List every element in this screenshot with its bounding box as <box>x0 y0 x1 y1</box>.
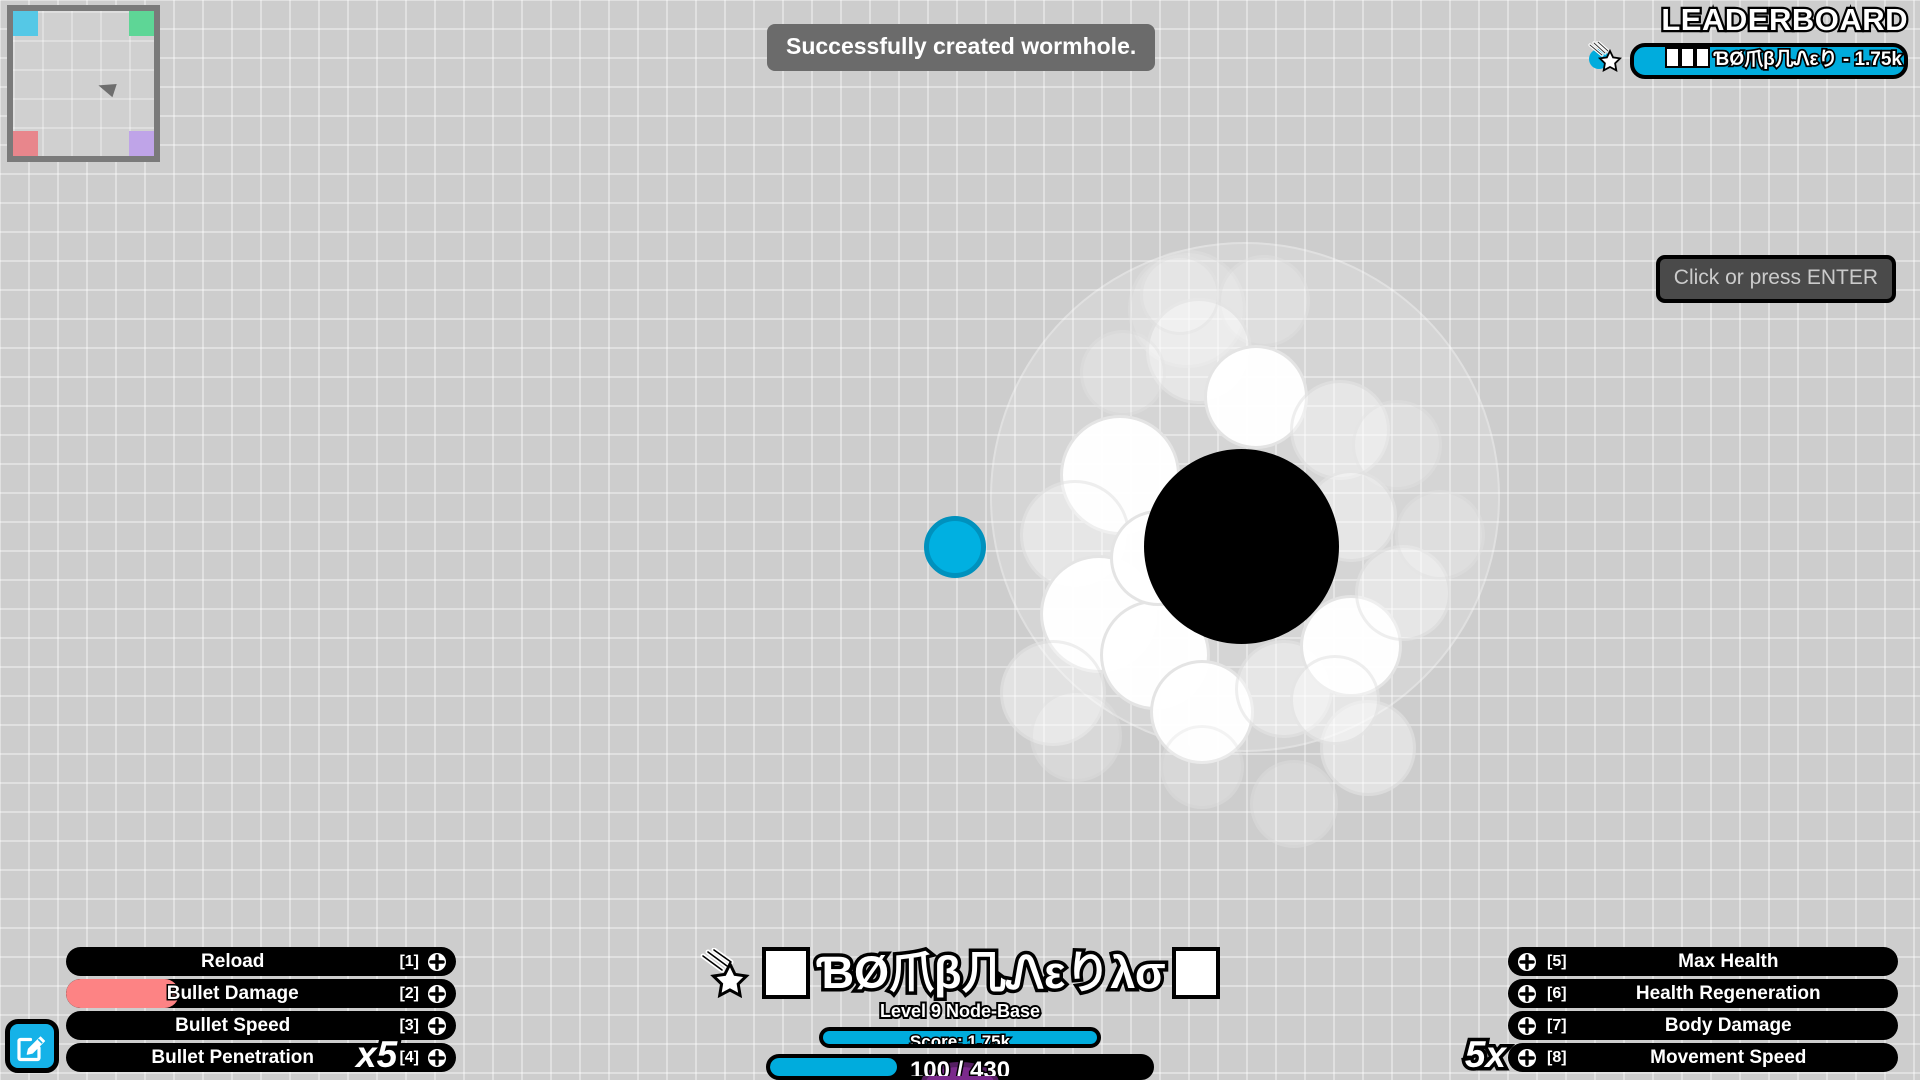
minimap-team-green <box>129 11 154 36</box>
leaderboard-panel: LEADERBOARD ƁØ爪β几Ꮑεり - 1.75k <box>1588 0 1910 79</box>
plus-circle-icon[interactable] <box>427 984 447 1004</box>
wormhole-entity <box>1144 449 1339 644</box>
upgrade-bullet-damage-button[interactable]: Bullet Damage [2] <box>66 979 456 1008</box>
player-entity <box>924 516 986 578</box>
upgrade-hotkey: [6] <box>1547 984 1567 1002</box>
upgrade-health-regeneration-button[interactable]: [6] Health Regeneration <box>1508 979 1898 1008</box>
upgrade-body-damage-button[interactable]: [7] Body Damage <box>1508 1011 1898 1040</box>
upgrade-hotkey: [1] <box>399 952 419 970</box>
player-name-label: ƁØ爪β几Ꮑεりλσ <box>813 944 1169 1002</box>
upgrade-label: Health Regeneration <box>1634 981 1822 1005</box>
game-canvas[interactable]: Successfully created wormhole. LEADERBOA… <box>0 0 1920 1080</box>
minimap[interactable] <box>7 5 160 162</box>
upgrade-label: Movement Speed <box>1649 1045 1808 1069</box>
upgrade-multiplier-right: 5x <box>1461 1032 1509 1077</box>
plus-circle-icon[interactable] <box>1517 1048 1537 1068</box>
plus-circle-icon[interactable] <box>1517 952 1537 972</box>
upgrade-reload-button[interactable]: Reload [1] <box>66 947 456 976</box>
plus-circle-icon[interactable] <box>1517 984 1537 1004</box>
upgrade-label: Bullet Damage <box>165 981 300 1005</box>
upgrade-label: Bullet Penetration <box>150 1045 316 1069</box>
upgrade-bullet-penetration-button[interactable]: Bullet Penetration [4] <box>66 1043 456 1072</box>
edit-name-button[interactable] <box>5 1019 59 1073</box>
upgrade-hotkey: [8] <box>1547 1048 1567 1066</box>
notification-banner: Successfully created wormhole. <box>767 24 1156 71</box>
minimap-team-blue <box>13 11 38 36</box>
edit-pencil-icon <box>17 1036 46 1062</box>
score-bar: Score: 1.75k <box>819 1027 1101 1048</box>
upgrade-label: Body Damage <box>1663 1013 1793 1037</box>
unrendered-glyph <box>1171 947 1220 999</box>
minimap-team-red <box>13 131 38 156</box>
upgrade-label: Max Health <box>1677 949 1780 973</box>
player-level-label: Level 9 Node-Base <box>878 999 1042 1023</box>
plus-circle-icon[interactable] <box>427 1016 447 1036</box>
upgrade-hotkey: [2] <box>399 984 419 1002</box>
comet-star-icon <box>1588 41 1622 72</box>
plus-circle-icon[interactable] <box>1517 1016 1537 1036</box>
plus-circle-icon[interactable] <box>427 1048 447 1068</box>
unrendered-glyph <box>1665 46 1681 68</box>
unrendered-glyph <box>1680 46 1696 68</box>
comet-star-icon <box>700 948 750 998</box>
press-enter-prompt[interactable]: Click or press ENTER <box>1655 255 1896 303</box>
unrendered-glyph <box>762 947 811 999</box>
leaderboard-entry-content: ƁØ爪β几Ꮑεり - 1.75k <box>1665 43 1904 72</box>
upgrades-panel-left: Reload [1] Bullet Damage [2] Bullet Spee… <box>66 947 456 1075</box>
upgrade-max-health-button[interactable]: [5] Max Health <box>1508 947 1898 976</box>
upgrade-hotkey: [4] <box>399 1048 419 1066</box>
upgrade-label: Reload <box>200 949 266 973</box>
player-name-row: ƁØ爪β几Ꮑεりλσ <box>580 943 1340 1003</box>
upgrade-hotkey: [7] <box>1547 1016 1567 1034</box>
upgrade-movement-speed-button[interactable]: [8] Movement Speed <box>1508 1043 1898 1072</box>
upgrade-label: Bullet Speed <box>174 1013 292 1037</box>
unrendered-glyph <box>1695 46 1711 68</box>
upgrade-bullet-speed-button[interactable]: Bullet Speed [3] <box>66 1011 456 1040</box>
minimap-team-purple <box>129 131 154 156</box>
leaderboard-entry-label: ƁØ爪β几Ꮑεり - 1.75k <box>1712 47 1904 72</box>
player-hud: ƁØ爪β几Ꮑεりλσ Level 9 Node-Base Score: 1.75… <box>580 943 1340 1080</box>
leaderboard-row: ƁØ爪β几Ꮑεり - 1.75k <box>1588 41 1908 79</box>
upgrade-hotkey: [3] <box>399 1016 419 1034</box>
plus-circle-icon[interactable] <box>427 952 447 972</box>
leaderboard-title: LEADERBOARD <box>1659 0 1910 39</box>
upgrades-panel-right: [5] Max Health [6] Health Regeneration [… <box>1508 947 1898 1075</box>
score-bar-label: Score: 1.75k <box>908 1031 1011 1048</box>
upgrade-hotkey: [5] <box>1547 952 1567 970</box>
